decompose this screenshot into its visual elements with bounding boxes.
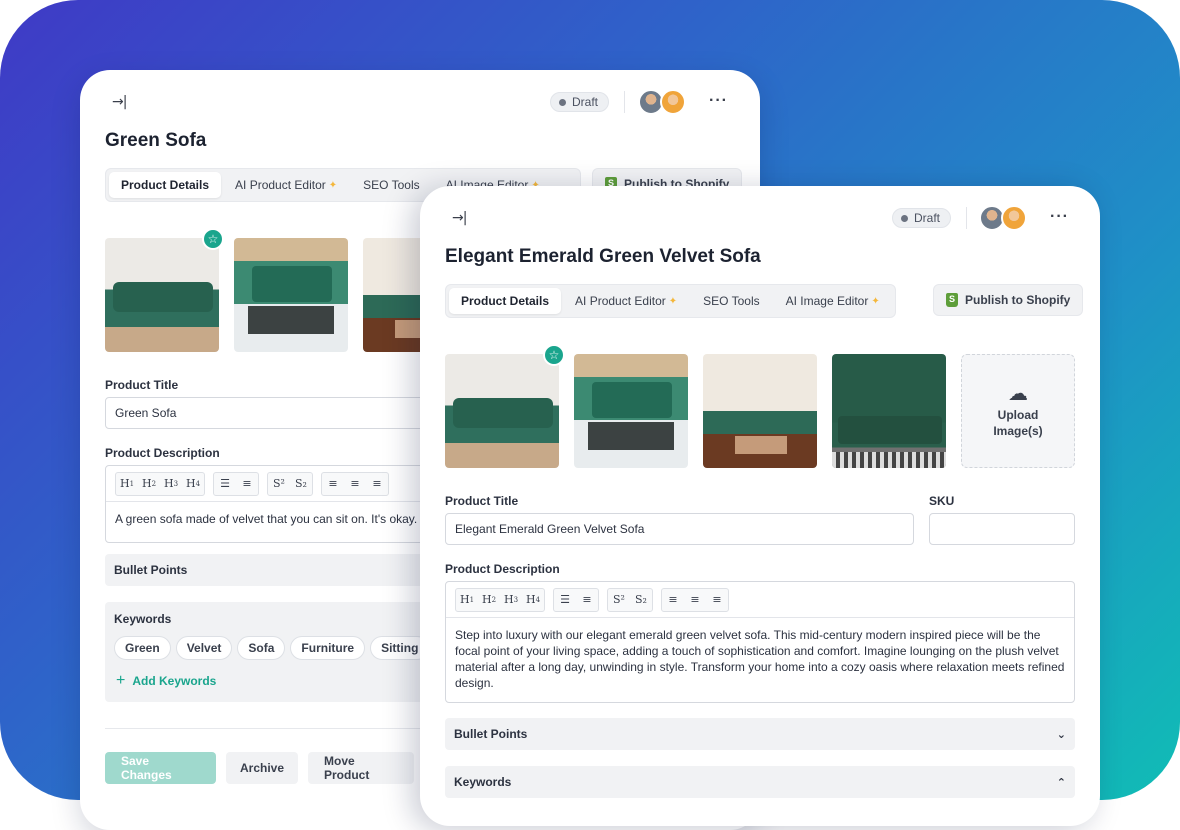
avatar[interactable] [660, 89, 686, 115]
heading-4-button[interactable]: H4 [522, 589, 544, 611]
keywords-label: Keywords [114, 612, 172, 626]
tab-ai-image-editor[interactable]: AI Image Editor ✦ [774, 288, 892, 314]
more-options-icon[interactable]: ··· [1050, 208, 1069, 226]
product-image[interactable] [574, 354, 688, 468]
chevron-up-icon[interactable]: ⌃ [1057, 776, 1066, 789]
collapse-panel-icon[interactable]: →| [452, 210, 467, 226]
align-left-icon[interactable]: ≡ [322, 473, 344, 495]
page-title: Green Sofa [105, 130, 207, 151]
product-title-label: Product Title [445, 494, 519, 508]
align-group: ≡ ≡ ≡ [321, 471, 389, 496]
align-left-icon[interactable]: ≡ [662, 589, 684, 611]
subscript-button[interactable]: S₂ [290, 473, 312, 495]
numbered-list-icon[interactable]: ≡ [236, 473, 258, 495]
product-image[interactable] [445, 354, 559, 468]
heading-2-button[interactable]: H2 [138, 473, 160, 495]
sparkle-icon: ✦ [328, 179, 338, 191]
product-description-label: Product Description [445, 562, 560, 576]
collapse-panel-icon[interactable]: →| [112, 94, 127, 110]
keyword-chips: Green Velvet Sofa Furniture Sitting [114, 636, 430, 660]
sparkle-icon: ✦ [871, 295, 880, 307]
move-product-button[interactable]: Move Product [308, 752, 414, 784]
bullet-points-section[interactable]: Bullet Points ⌄ [445, 718, 1075, 750]
heading-2-button[interactable]: H2 [478, 589, 500, 611]
tab-ai-product-editor[interactable]: AI Product Editor ✦ [563, 288, 689, 314]
heading-1-button[interactable]: H1 [116, 473, 138, 495]
bullet-list-icon[interactable]: ☰ [214, 473, 236, 495]
subscript-button[interactable]: S₂ [630, 589, 652, 611]
status-dot-icon [901, 214, 908, 222]
heading-group: H1 H2 H3 H4 [115, 471, 205, 496]
star-icon[interactable]: ☆ [202, 228, 224, 250]
shopify-icon [946, 293, 958, 307]
avatar[interactable] [1001, 205, 1027, 231]
editor-toolbar: H1 H2 H3 H4 ☰ ≡ S² S₂ ≡ ≡ ≡ [446, 582, 1074, 618]
heading-group: H1 H2 H3 H4 [455, 587, 545, 612]
align-right-icon[interactable]: ≡ [706, 589, 728, 611]
product-description-label: Product Description [105, 446, 220, 460]
align-center-icon[interactable]: ≡ [684, 589, 706, 611]
page-title: Elegant Emerald Green Velvet Sofa [445, 246, 761, 267]
align-right-icon[interactable]: ≡ [366, 473, 388, 495]
plus-icon: + [116, 672, 126, 689]
divider [624, 91, 625, 113]
star-icon[interactable]: ☆ [543, 344, 565, 366]
align-center-icon[interactable]: ≡ [344, 473, 366, 495]
tab-bar: Product Details AI Product Editor ✦ SEO T… [445, 284, 896, 318]
keyword-chip[interactable]: Green [114, 636, 171, 660]
status-dot-icon [559, 98, 566, 106]
cloud-upload-icon: ☁ [1008, 381, 1028, 405]
upload-images-button[interactable]: ☁ Upload Image(s) [961, 354, 1075, 468]
heading-4-button[interactable]: H4 [182, 473, 204, 495]
product-title-label: Product Title [105, 378, 179, 392]
status-badge: Draft [892, 208, 952, 228]
keyword-chip[interactable]: Velvet [175, 636, 233, 660]
keyword-chip[interactable]: Furniture [290, 636, 366, 660]
tab-product-details[interactable]: Product Details [109, 172, 222, 198]
tab-ai-product-editor[interactable]: AI Product Editor ✦ [223, 172, 349, 198]
archive-button[interactable]: Archive [226, 752, 298, 784]
sku-label: SKU [929, 494, 955, 508]
description-text[interactable]: Step into luxury with our elegant emeral… [446, 618, 1074, 700]
tab-product-details[interactable]: Product Details [449, 288, 562, 314]
numbered-list-icon[interactable]: ≡ [576, 589, 598, 611]
superscript-button[interactable]: S² [608, 589, 630, 611]
heading-3-button[interactable]: H3 [160, 473, 182, 495]
sparkle-icon: ✦ [668, 295, 678, 307]
align-group: ≡ ≡ ≡ [661, 587, 729, 612]
more-options-icon[interactable]: ··· [709, 92, 728, 110]
bullet-list-icon[interactable]: ☰ [554, 589, 576, 611]
divider [966, 207, 967, 229]
add-keywords-button[interactable]: + Add Keywords [116, 672, 216, 690]
tab-seo-tools[interactable]: SEO Tools [351, 172, 431, 198]
status-badge: Draft [550, 92, 610, 112]
description-editor[interactable]: H1 H2 H3 H4 ☰ ≡ S² S₂ ≡ ≡ ≡ Step into lu… [445, 581, 1075, 703]
product-image[interactable] [105, 238, 219, 352]
list-group: ☰ ≡ [213, 471, 259, 496]
product-image[interactable] [832, 354, 946, 468]
product-image[interactable] [703, 354, 817, 468]
tab-seo-tools[interactable]: SEO Tools [691, 288, 771, 314]
keyword-chip[interactable]: Sofa [237, 636, 286, 660]
script-group: S² S₂ [607, 587, 653, 612]
list-group: ☰ ≡ [553, 587, 599, 612]
chevron-down-icon[interactable]: ⌄ [1057, 728, 1066, 741]
heading-1-button[interactable]: H1 [456, 589, 478, 611]
superscript-button[interactable]: S² [268, 473, 290, 495]
save-changes-button[interactable]: Save Changes [105, 752, 216, 784]
keywords-section[interactable]: Keywords ⌃ [445, 766, 1075, 798]
sku-input[interactable] [929, 513, 1075, 545]
heading-3-button[interactable]: H3 [500, 589, 522, 611]
product-card-front: →| Draft ··· Elegant Emerald Green Velve… [420, 186, 1100, 826]
product-image[interactable] [234, 238, 348, 352]
publish-to-shopify-button[interactable]: Publish to Shopify [933, 284, 1084, 316]
script-group: S² S₂ [267, 471, 313, 496]
product-title-input[interactable]: Elegant Emerald Green Velvet Sofa [445, 513, 914, 545]
